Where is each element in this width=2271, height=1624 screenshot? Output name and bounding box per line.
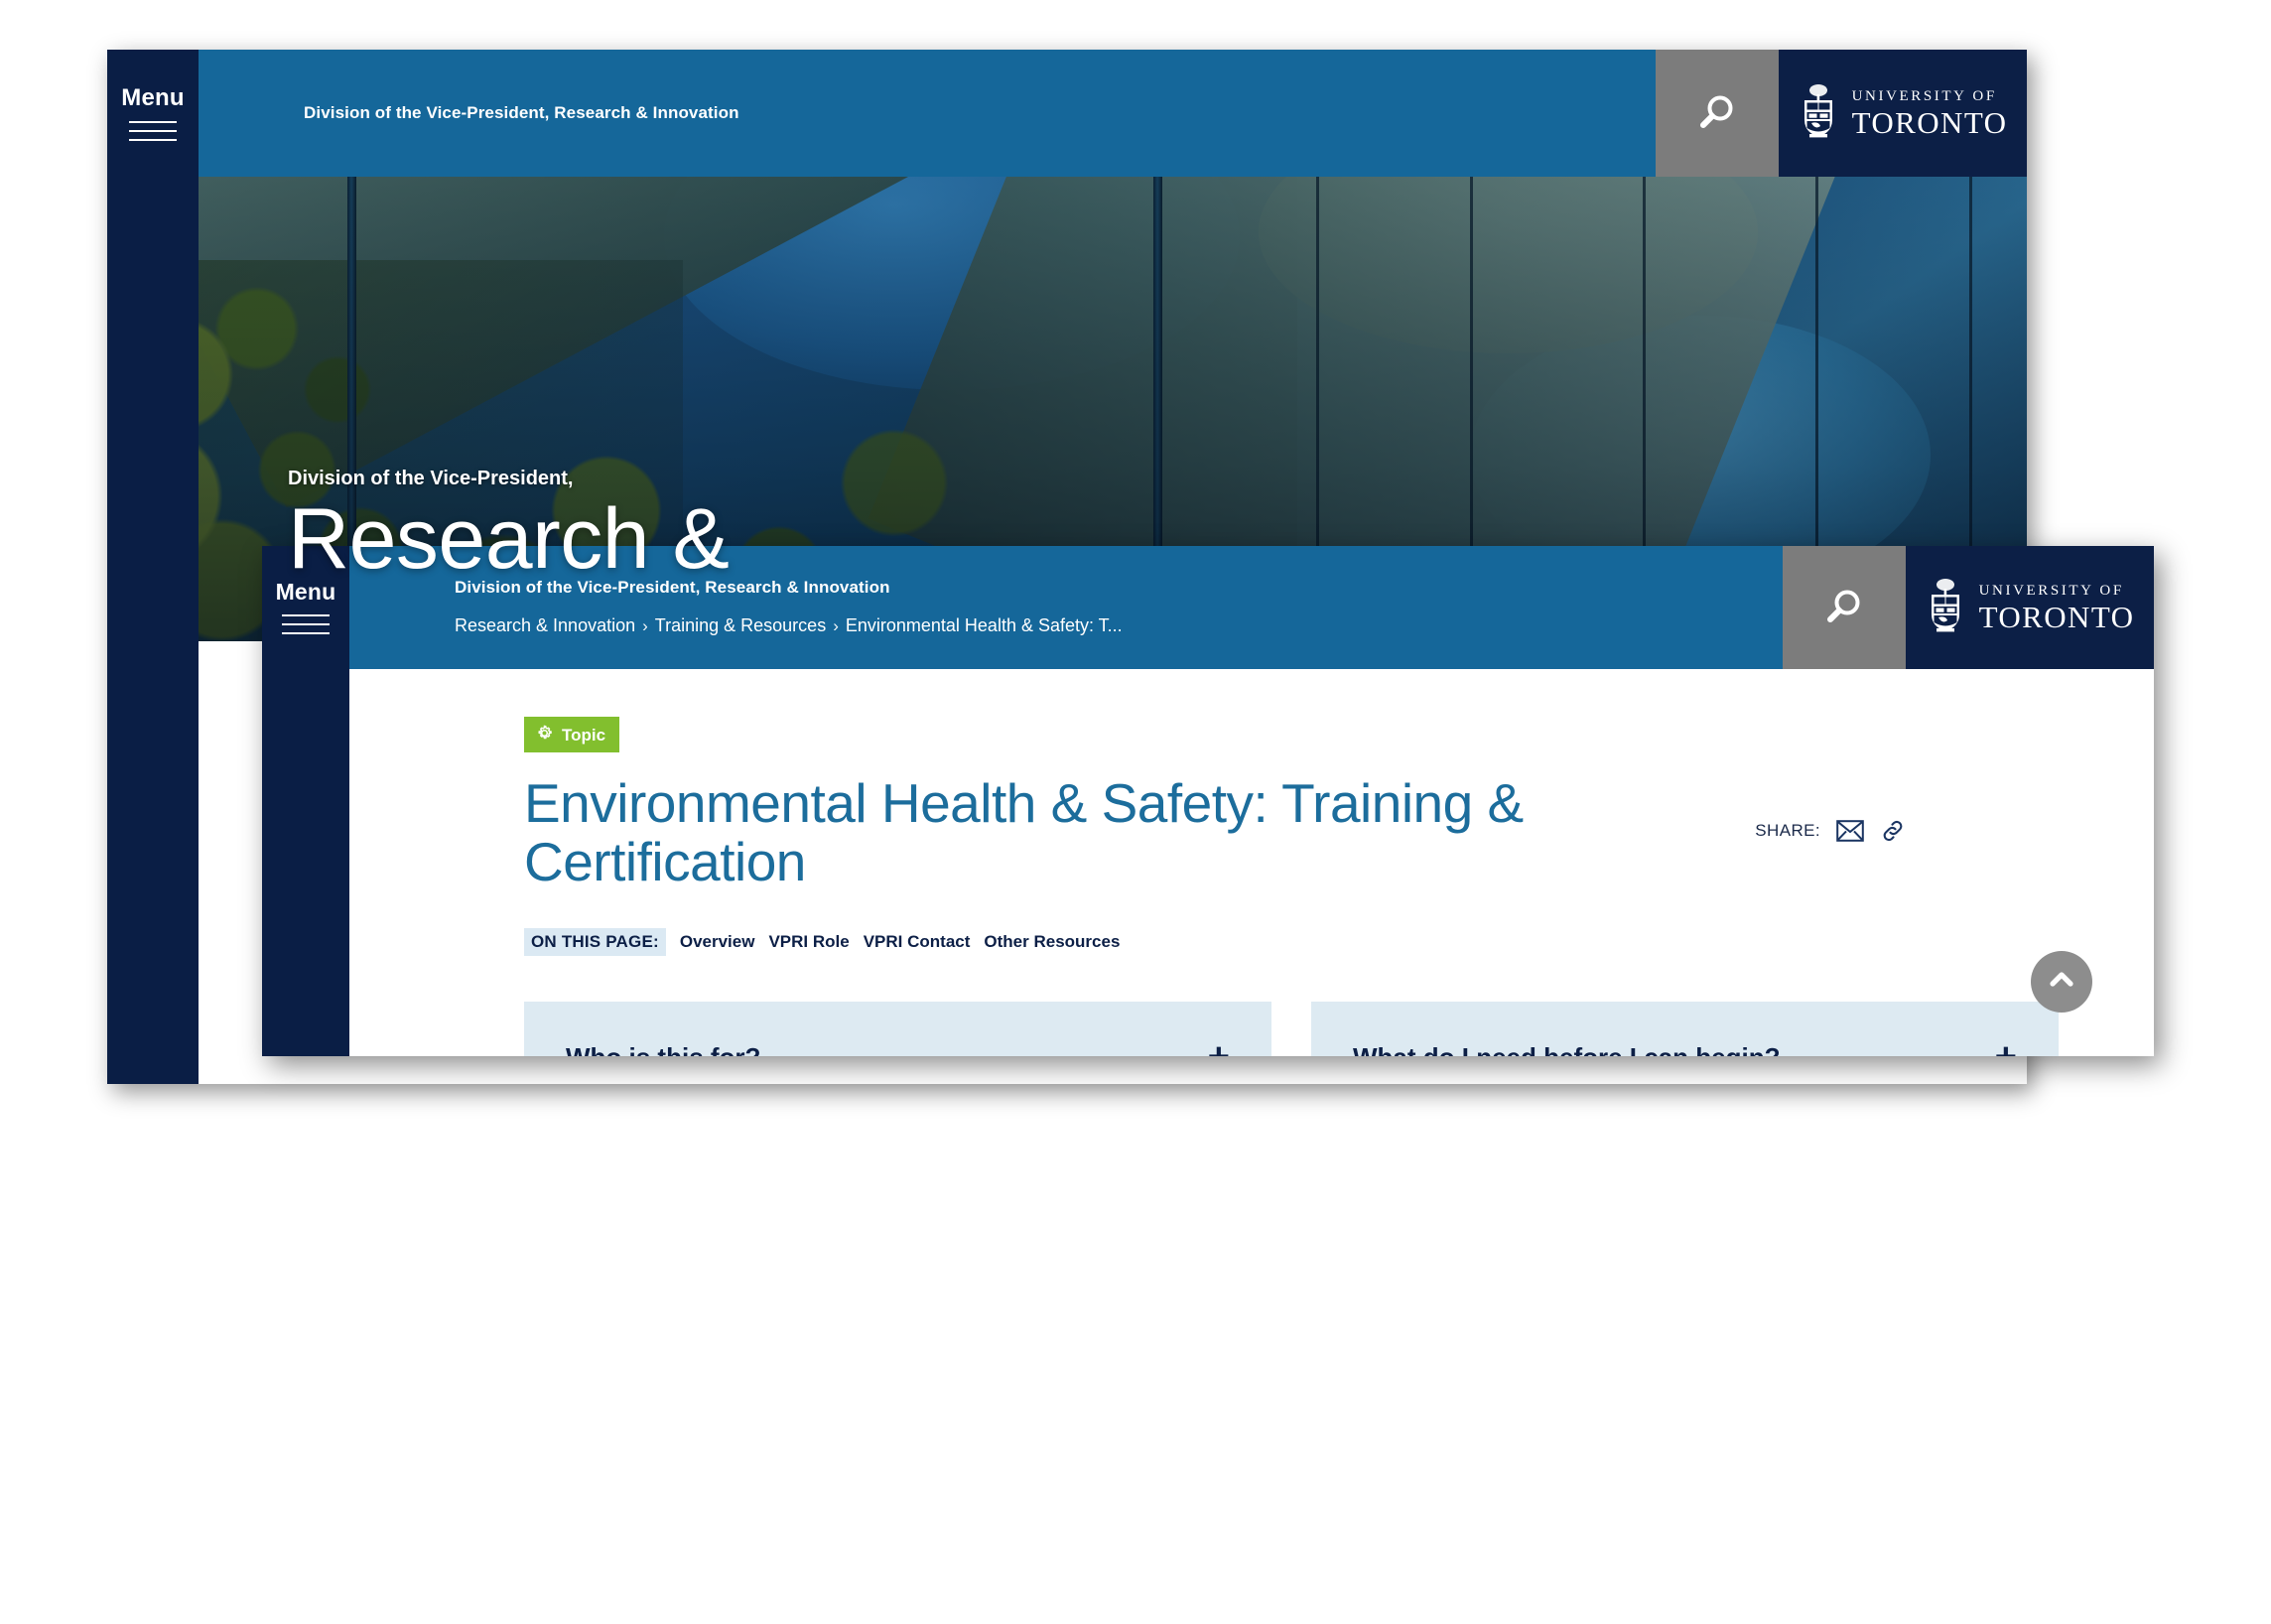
uoft-wordmark: UNIVERSITY OF TORONTO: [1851, 87, 2008, 140]
on-this-page-link-other-resources[interactable]: Other Resources: [984, 932, 1120, 952]
menu-button[interactable]: Menu: [107, 50, 199, 177]
search-button[interactable]: [1656, 50, 1779, 177]
uoft-crest-icon: [1926, 577, 1965, 639]
search-icon: [1694, 90, 1740, 136]
on-this-page-link-vpri-role[interactable]: VPRI Role: [768, 932, 849, 952]
page-title: Environmental Health & Safety: Training …: [524, 772, 1524, 893]
hero-heading: Research &: [288, 491, 730, 587]
back-window-header: Menu Division of the Vice-President, Res…: [107, 50, 2027, 177]
on-this-page-link-overview[interactable]: Overview: [680, 932, 755, 952]
menu-label: Menu: [121, 83, 185, 111]
share-label: SHARE:: [1755, 821, 1820, 840]
accordion-title: Who is this for?: [566, 1042, 760, 1056]
topic-badge-label: Topic: [562, 725, 606, 744]
uoft-wordmark-line2: TORONTO: [1978, 599, 2135, 634]
on-this-page-nav: ON THIS PAGE: Overview VPRI Role VPRI Co…: [524, 927, 2059, 956]
accordion-who-is-this-for[interactable]: Who is this for? +: [524, 1001, 1271, 1056]
hamburger-icon: [282, 614, 330, 634]
breadcrumb-item-training-resources[interactable]: Training & Resources: [655, 615, 826, 637]
page-content: Topic Environmental Health & Safety: Tra…: [349, 669, 2154, 1056]
chevron-up-icon: [2045, 963, 2078, 1002]
breadcrumb-item-research-innovation[interactable]: Research & Innovation: [455, 615, 635, 637]
accordion-what-do-i-need[interactable]: What do I need before I can begin? +: [1311, 1001, 2059, 1056]
site-title: Division of the Vice-President, Research…: [304, 102, 739, 122]
copy-link-icon[interactable]: [1880, 818, 1906, 844]
share-row: SHARE:: [1755, 818, 1906, 844]
uoft-wordmark-line1: UNIVERSITY OF: [1851, 87, 1997, 104]
uoft-logo[interactable]: UNIVERSITY OF TORONTO: [1779, 50, 2027, 177]
email-share-icon[interactable]: [1836, 820, 1864, 842]
front-window-body: Topic Environmental Health & Safety: Tra…: [262, 669, 2154, 1056]
back-window-header-center: Division of the Vice-President, Research…: [199, 50, 1656, 177]
gear-icon: [535, 724, 554, 745]
breadcrumb-separator-icon: ›: [642, 615, 648, 635]
hamburger-icon: [129, 120, 177, 141]
front-window-side-rail: [262, 669, 349, 1056]
on-this-page-link-vpri-contact[interactable]: VPRI Contact: [864, 932, 971, 952]
uoft-logo[interactable]: UNIVERSITY OF TORONTO: [1906, 546, 2154, 669]
breadcrumb-item-current: Environmental Health & Safety: T...: [845, 615, 1123, 636]
hero-eyebrow: Division of the Vice-President,: [288, 468, 574, 489]
uoft-wordmark-line2: TORONTO: [1851, 104, 2008, 140]
breadcrumb: Research & Innovation › Training & Resou…: [455, 615, 1783, 637]
back-window-side-rail: [107, 641, 199, 1084]
uoft-wordmark: UNIVERSITY OF TORONTO: [1978, 582, 2135, 634]
expand-plus-icon: +: [1208, 1039, 1230, 1056]
search-icon: [1821, 585, 1867, 630]
expand-plus-icon: +: [1995, 1039, 2017, 1056]
foreground-browser-window: Menu Division of the Vice-President, Res…: [262, 546, 2154, 1056]
search-button[interactable]: [1783, 546, 1906, 669]
hero-text-block: Division of the Vice-President, Research…: [288, 468, 730, 587]
on-this-page-label: ON THIS PAGE:: [524, 927, 666, 956]
accordion-group: Who is this for? + What do I need before…: [524, 1001, 2059, 1056]
topic-badge[interactable]: Topic: [524, 717, 620, 752]
hero-sidebar: [107, 177, 199, 641]
accordion-title: What do I need before I can begin?: [1353, 1042, 1780, 1056]
uoft-crest-icon: [1799, 82, 1838, 145]
breadcrumb-separator-icon: ›: [833, 615, 839, 635]
uoft-wordmark-line1: UNIVERSITY OF: [1978, 582, 2124, 599]
screenshot-stage: Menu Division of the Vice-President, Res…: [0, 0, 2271, 1624]
scroll-to-top-button[interactable]: [2031, 951, 2092, 1013]
